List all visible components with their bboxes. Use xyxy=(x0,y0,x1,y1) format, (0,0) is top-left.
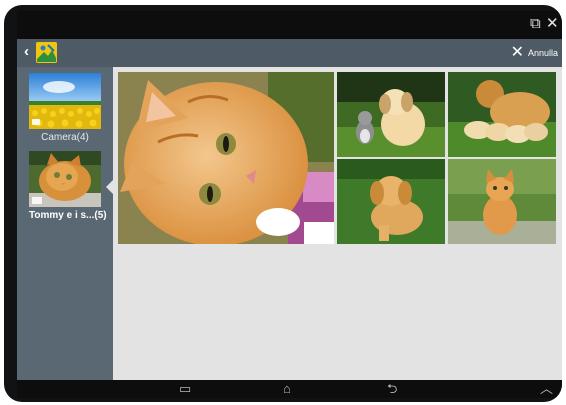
photo-tile[interactable] xyxy=(337,159,445,244)
photo-grid xyxy=(113,67,562,380)
tablet-frame: ⧉ ✕ ‹ ✕ Annulla Camera(4) Tommy e i s...… xyxy=(4,5,562,402)
screen: ⧉ ✕ ‹ ✕ Annulla Camera(4) Tommy e i s...… xyxy=(17,11,562,398)
status-bar: ⧉ ✕ xyxy=(17,11,562,39)
photo-tile[interactable] xyxy=(337,72,445,157)
close-icon[interactable]: ✕ xyxy=(546,15,559,33)
photo-tile[interactable] xyxy=(448,72,556,157)
home-icon[interactable]: ⌂ xyxy=(283,381,291,397)
album-camera[interactable]: Camera(4) xyxy=(29,73,101,143)
album-sidebar: Camera(4) Tommy e i s...(5) xyxy=(17,67,114,380)
recent-apps-icon[interactable]: ▭ xyxy=(179,381,191,397)
album-tommy[interactable]: Tommy e i s...(5) xyxy=(29,151,107,221)
hide-chevron-icon[interactable]: ︿ xyxy=(540,381,553,397)
back-chevron-icon[interactable]: ‹ xyxy=(24,43,29,61)
album-label: Camera(4) xyxy=(41,132,89,143)
cancel-label: Annulla xyxy=(527,48,558,58)
photo-tile[interactable] xyxy=(118,72,334,244)
system-navigation-bar: ▭ ⌂ ⮌ ︿ xyxy=(17,380,562,398)
gallery-app-icon[interactable] xyxy=(36,42,57,63)
album-thumbnail xyxy=(29,73,101,129)
photo-tile[interactable] xyxy=(448,159,556,244)
cancel-x-icon: ✕ xyxy=(510,44,524,61)
pop-out-window-icon[interactable]: ⧉ xyxy=(530,15,541,33)
album-label: Tommy e i s...(5) xyxy=(29,210,107,221)
action-bar: ‹ ✕ Annulla xyxy=(17,39,562,67)
cancel-button[interactable]: ✕ Annulla xyxy=(511,43,558,63)
album-thumbnail xyxy=(29,151,101,207)
back-icon[interactable]: ⮌ xyxy=(387,381,397,397)
